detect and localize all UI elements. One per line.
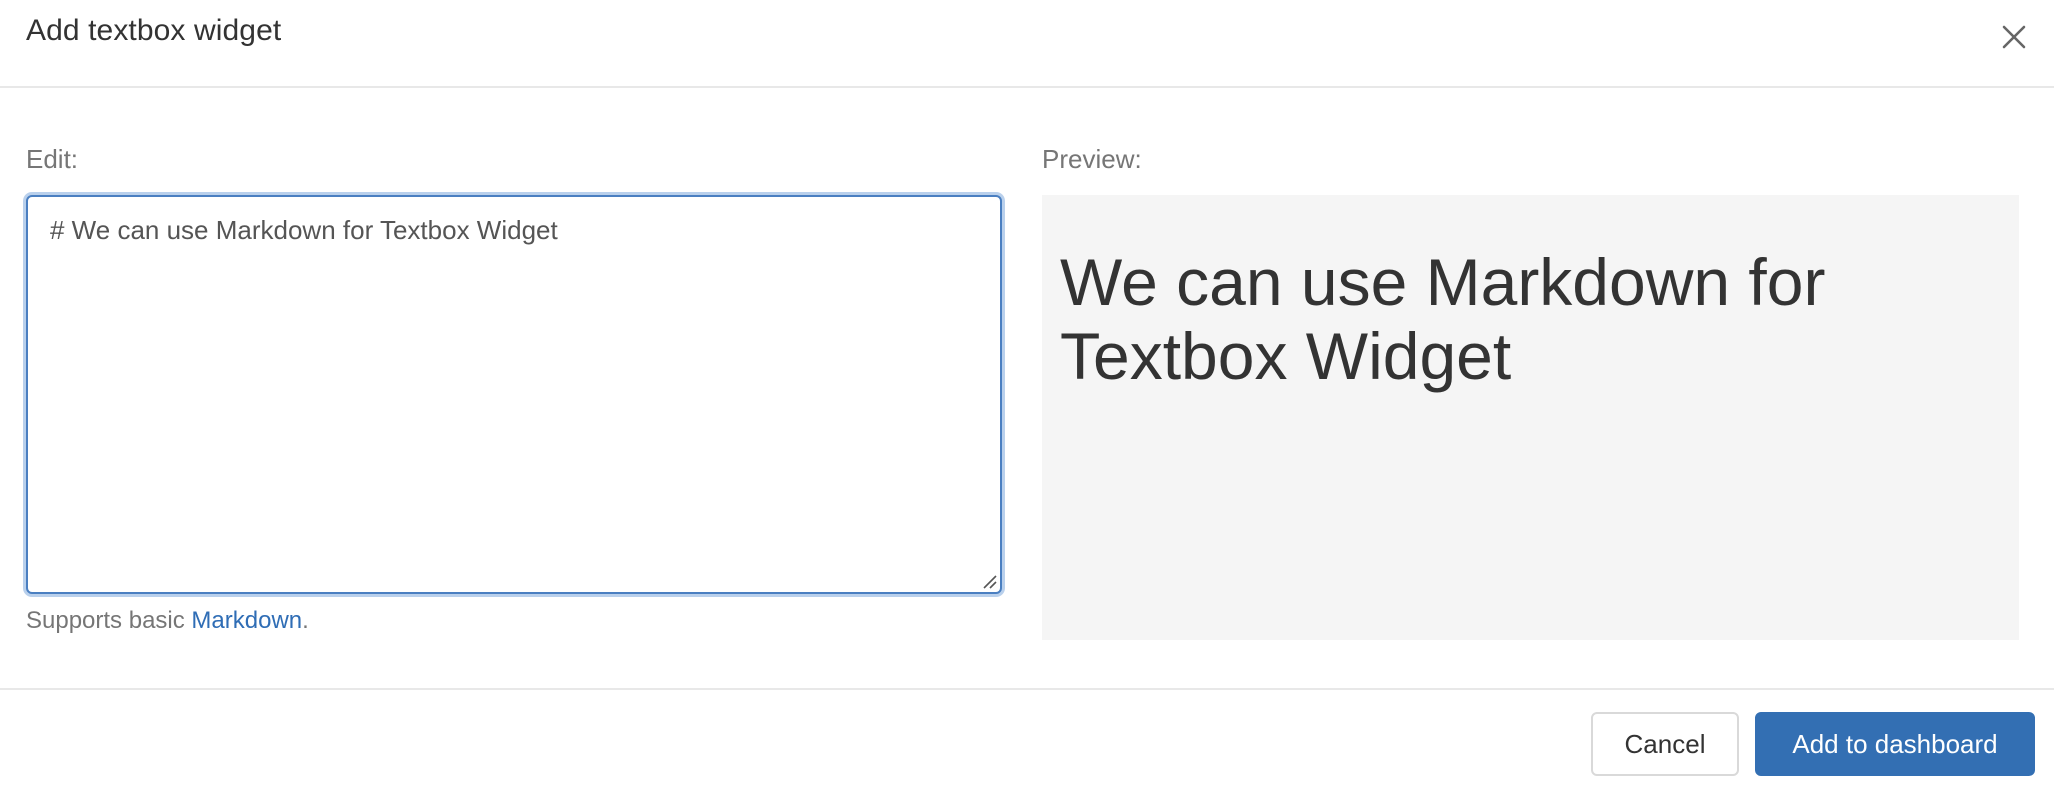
preview-heading: We can use Markdown for Textbox Widget — [1060, 245, 1826, 393]
add-to-dashboard-button[interactable]: Add to dashboard — [1755, 712, 2035, 776]
close-icon — [2002, 25, 2026, 49]
preview-panel: We can use Markdown for Textbox Widget — [1042, 195, 2019, 640]
markdown-textarea[interactable]: # We can use Markdown for Textbox Widget — [26, 195, 1002, 594]
preview-label: Preview: — [1042, 144, 1142, 174]
markdown-help-text: Supports basic Markdown. — [26, 607, 309, 635]
textarea-value: # We can use Markdown for Textbox Widget — [50, 215, 558, 245]
edit-label: Edit: — [26, 144, 79, 174]
close-button[interactable] — [1990, 18, 2034, 54]
dialog-title: Add textbox widget — [26, 14, 282, 47]
help-prefix: Supports basic — [26, 607, 192, 634]
dialog-header: Add textbox widget — [0, 0, 2054, 88]
resize-handle-icon[interactable] — [980, 572, 998, 590]
dialog-footer: Cancel Add to dashboard — [0, 688, 2054, 786]
markdown-link[interactable]: Markdown — [191, 607, 302, 634]
add-textbox-widget-dialog: Add textbox widget Edit: Preview: # We c… — [0, 0, 2054, 786]
cancel-button[interactable]: Cancel — [1591, 712, 1739, 776]
help-suffix: . — [302, 607, 309, 634]
